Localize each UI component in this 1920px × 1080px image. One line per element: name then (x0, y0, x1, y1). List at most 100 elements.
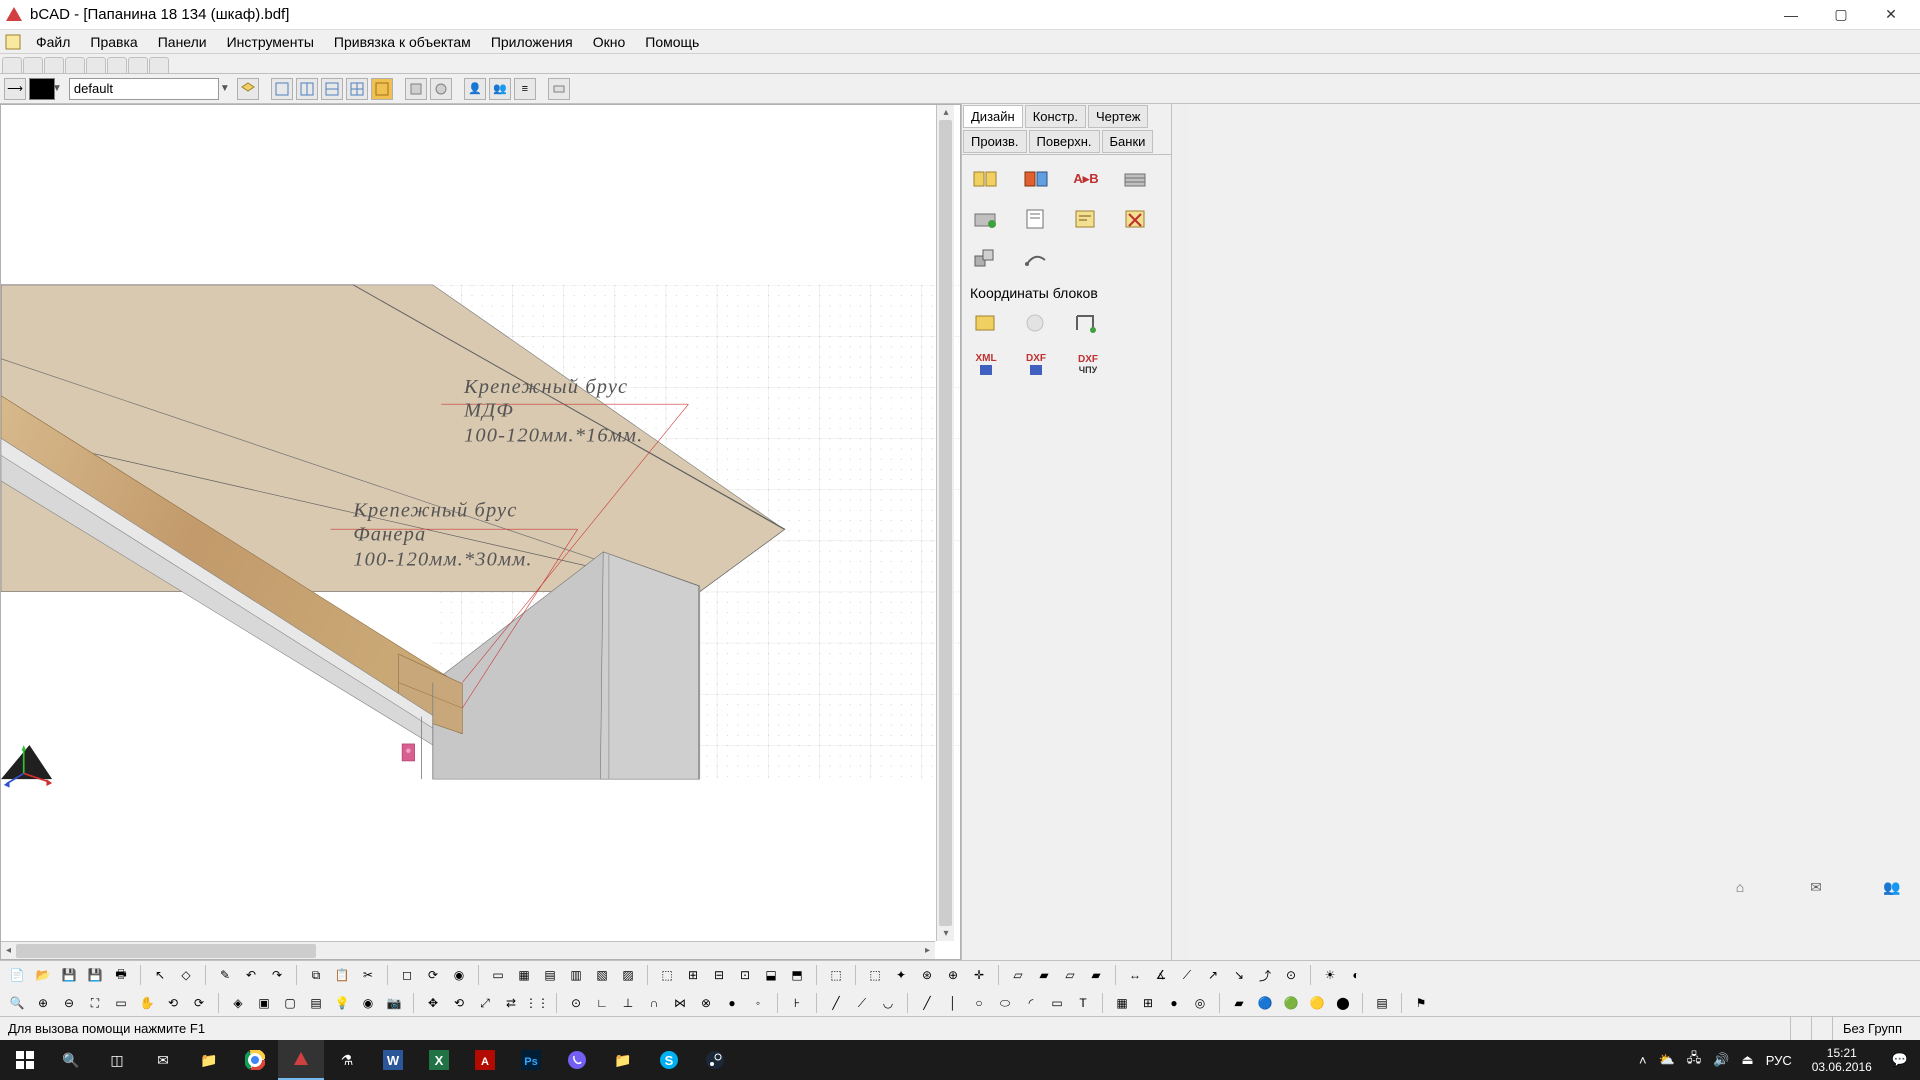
save-all-icon[interactable]: 💾 (84, 964, 106, 986)
render-button[interactable] (430, 78, 452, 100)
menu-edit[interactable]: Правка (80, 32, 147, 52)
dropdown-arrow-icon[interactable]: ▼ (220, 83, 230, 94)
arc-icon[interactable]: ◜ (1020, 992, 1042, 1014)
doc-tab[interactable] (149, 57, 169, 73)
tray-volume-icon[interactable]: 🔊 (1713, 1052, 1729, 1068)
vertical-scrollbar[interactable]: ▴ ▾ (936, 105, 954, 941)
layer-icon[interactable]: ▰ (1033, 964, 1055, 986)
dim-icon[interactable]: ∡ (1150, 964, 1172, 986)
box-icon[interactable]: ▤ (539, 964, 561, 986)
pencil-icon[interactable]: ✎ (214, 964, 236, 986)
align-icon[interactable]: ⊞ (682, 964, 704, 986)
menu-file[interactable]: Файл (26, 32, 80, 52)
pdf-icon[interactable]: A (462, 1040, 508, 1080)
view-button[interactable] (271, 78, 293, 100)
mail-app-icon[interactable]: ✉ (140, 1040, 186, 1080)
grid-icon[interactable]: ⊞ (1137, 992, 1159, 1014)
paste-icon[interactable]: 📋 (331, 964, 353, 986)
ellipse-icon[interactable]: ⬭ (994, 992, 1016, 1014)
box-icon[interactable]: ▥ (565, 964, 587, 986)
panel-tab-surf[interactable]: Поверхн. (1029, 130, 1100, 153)
tray-network-icon[interactable]: 🖧 (1687, 1049, 1702, 1071)
snap-icon[interactable]: ◦ (747, 992, 769, 1014)
layer-icon[interactable]: ▰ (1085, 964, 1107, 986)
group-icon[interactable]: ⬚ (825, 964, 847, 986)
doc-tab[interactable] (44, 57, 64, 73)
crosshair-icon[interactable]: ✛ (968, 964, 990, 986)
zoom-all-icon[interactable]: ⛶ (84, 992, 106, 1014)
snap-icon[interactable]: ∩ (643, 992, 665, 1014)
tool-button[interactable] (970, 165, 1002, 193)
word-icon[interactable]: W (370, 1040, 416, 1080)
dropdown-arrow-icon[interactable]: ▼ (52, 83, 62, 94)
lock-button[interactable]: 👤 (464, 78, 486, 100)
explorer-icon[interactable]: 📁 (186, 1040, 232, 1080)
dim-icon[interactable]: ↔ (1124, 964, 1146, 986)
excel-icon[interactable]: X (416, 1040, 462, 1080)
dim-linear-icon[interactable]: ⊦ (786, 992, 808, 1014)
dim-icon[interactable]: ⟋ (1176, 964, 1198, 986)
tool-button[interactable] (970, 245, 1002, 273)
tool-button[interactable] (1020, 165, 1052, 193)
steam-icon[interactable] (692, 1040, 738, 1080)
line-icon[interactable]: ╱ (916, 992, 938, 1014)
view-button[interactable] (296, 78, 318, 100)
array-icon[interactable]: ⋮⋮ (526, 992, 548, 1014)
tray-expand-icon[interactable]: ˄ (1639, 1053, 1647, 1068)
zoom-icon[interactable]: ⊖ (58, 992, 80, 1014)
start-button[interactable] (2, 1040, 48, 1080)
render-icon[interactable]: ◉ (448, 964, 470, 986)
doc-tab[interactable] (107, 57, 127, 73)
sphere-icon[interactable]: ⬤ (1332, 992, 1354, 1014)
tool-button[interactable] (1070, 309, 1102, 337)
panel-tab-drawing[interactable]: Чертеж (1088, 105, 1148, 128)
close-button[interactable]: ✕ (1866, 1, 1916, 29)
doc-tab[interactable] (86, 57, 106, 73)
tool-button[interactable] (970, 205, 1002, 233)
tool-button[interactable] (1120, 165, 1152, 193)
view-iso-icon[interactable]: ◈ (227, 992, 249, 1014)
dim-icon[interactable]: ↗ (1202, 964, 1224, 986)
list-button[interactable]: ≡ (514, 78, 536, 100)
polyline-icon[interactable]: ⟋ (851, 992, 873, 1014)
panel-tab-banks[interactable]: Банки (1102, 130, 1154, 153)
align-icon[interactable]: ⊟ (708, 964, 730, 986)
zoom-icon[interactable]: ⊕ (32, 992, 54, 1014)
new-file-icon[interactable]: 📄 (6, 964, 28, 986)
lock-button[interactable]: 👥 (489, 78, 511, 100)
menu-window[interactable]: Окно (583, 32, 636, 52)
open-file-icon[interactable]: 📂 (32, 964, 54, 986)
tool-button[interactable] (1020, 245, 1052, 273)
sphere-icon[interactable]: 🔵 (1254, 992, 1276, 1014)
tray-cloud-icon[interactable]: ⛅ (1659, 1052, 1675, 1068)
dxf-cnc-export-button[interactable]: DXFЧПУ (1070, 347, 1106, 381)
scroll-left-arrow-icon[interactable]: ◂ (1, 942, 16, 960)
align-icon[interactable]: ⬚ (656, 964, 678, 986)
tray-safe-remove-icon[interactable]: ⏏ (1741, 1052, 1753, 1068)
view-side-icon[interactable]: ▤ (305, 992, 327, 1014)
layer-icon[interactable]: ▱ (1059, 964, 1081, 986)
menu-help[interactable]: Помощь (635, 32, 709, 52)
snap-icon[interactable]: ⋈ (669, 992, 691, 1014)
tool-a-to-b[interactable]: A▸B (1070, 165, 1102, 193)
save-icon[interactable]: 💾 (58, 964, 80, 986)
skype-icon[interactable]: S (646, 1040, 692, 1080)
maximize-button[interactable]: ▢ (1816, 1, 1866, 29)
light-bulb-icon[interactable]: 💡 (331, 992, 353, 1014)
line-icon[interactable]: ╱ (825, 992, 847, 1014)
rect-icon[interactable]: ▭ (1046, 992, 1068, 1014)
layer-icon[interactable]: ▱ (1007, 964, 1029, 986)
rotate-icon[interactable]: ⟳ (188, 992, 210, 1014)
move-icon[interactable]: ✥ (422, 992, 444, 1014)
refresh-icon[interactable]: ⟳ (422, 964, 444, 986)
group-icon[interactable]: 👥 (1878, 876, 1906, 898)
tray-language[interactable]: РУС (1766, 1053, 1792, 1068)
tool-button[interactable] (1120, 205, 1152, 233)
align-icon[interactable]: ⬒ (786, 964, 808, 986)
print-icon[interactable]: 🖶 (110, 964, 132, 986)
circle-fill-icon[interactable]: ● (1163, 992, 1185, 1014)
box-icon[interactable]: ▨ (617, 964, 639, 986)
doc-tab[interactable] (65, 57, 85, 73)
doc-tab[interactable] (2, 57, 22, 73)
view-icon[interactable]: ◉ (357, 992, 379, 1014)
